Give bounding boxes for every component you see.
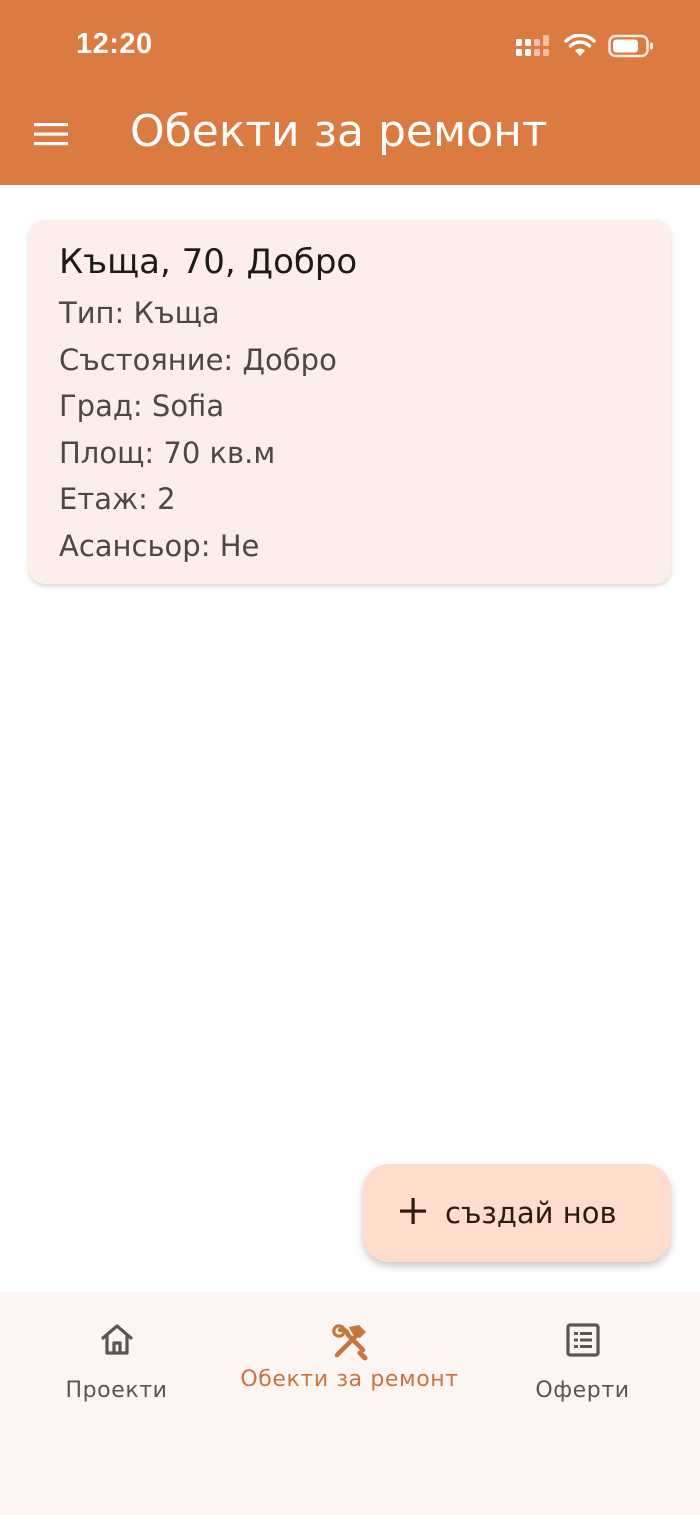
hammer-wrench-icon xyxy=(233,1322,466,1362)
status-icons xyxy=(516,33,654,62)
property-condition: Състояние: Добро xyxy=(59,342,337,377)
wifi-icon xyxy=(564,33,596,62)
menu-icon xyxy=(34,121,68,151)
nav-label-offers: Оферти xyxy=(535,1378,630,1403)
home-icon xyxy=(0,1322,233,1362)
page-title: Обекти за ремонт xyxy=(130,106,548,157)
property-type: Тип: Къща xyxy=(59,296,220,330)
create-new-button[interactable]: създай нов xyxy=(363,1164,671,1262)
property-area: Площ: 70 кв.м xyxy=(59,435,276,470)
list-icon xyxy=(466,1322,699,1362)
property-elevator: Асансьор: Не xyxy=(59,528,260,563)
nav-label-projects: Проекти xyxy=(65,1378,168,1403)
menu-button[interactable] xyxy=(30,116,72,156)
screen: 12:20 Обекти за ремонт Къща, 70, Добро Т… xyxy=(0,0,700,1515)
property-card[interactable]: Къща, 70, Добро Тип: Къща Състояние: Доб… xyxy=(29,220,671,584)
property-city: Град: Sofia xyxy=(59,389,225,423)
signal-icon xyxy=(516,35,552,61)
bottom-navigation: Проекти Обекти за ремонт Оферти xyxy=(0,1292,700,1515)
nav-item-projects[interactable]: Проекти xyxy=(0,1322,233,1403)
nav-label-repair-objects: Обекти за ремонт xyxy=(240,1367,459,1392)
battery-icon xyxy=(608,34,654,62)
property-card-title: Къща, 70, Добро xyxy=(59,242,358,282)
nav-item-offers[interactable]: Оферти xyxy=(466,1322,699,1403)
status-time: 12:20 xyxy=(76,28,153,60)
plus-icon xyxy=(399,1197,427,1229)
property-floor: Етаж: 2 xyxy=(59,482,176,516)
top-app-bar: 12:20 Обекти за ремонт xyxy=(0,0,700,185)
nav-item-repair-objects[interactable]: Обекти за ремонт xyxy=(233,1322,466,1392)
create-new-label: създай нов xyxy=(445,1196,617,1230)
